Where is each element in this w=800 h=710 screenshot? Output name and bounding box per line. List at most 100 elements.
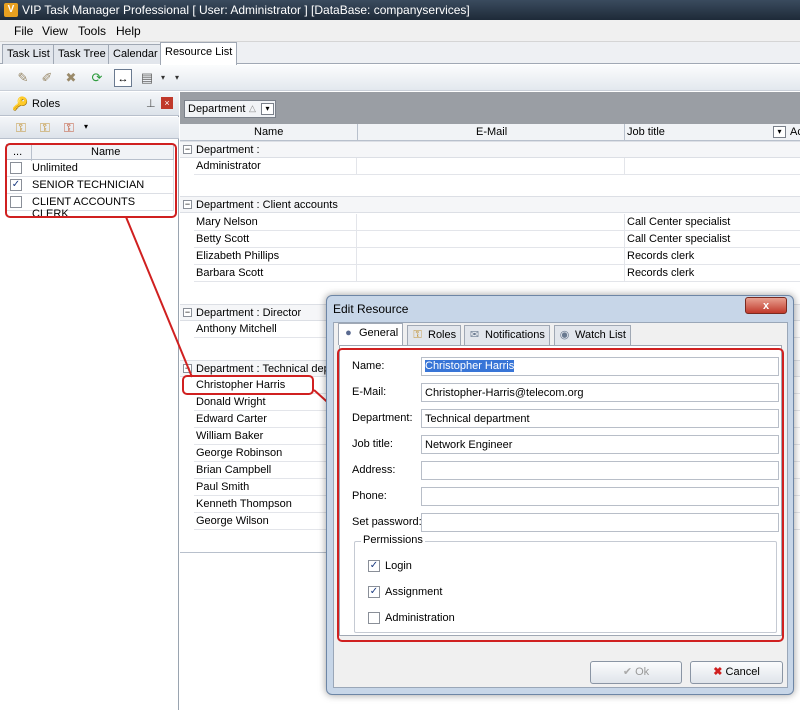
grid-footer-line <box>180 552 326 553</box>
chevron-down-icon[interactable]: ▾ <box>773 126 786 138</box>
cell-divider <box>356 214 357 231</box>
chevron-down-icon[interactable]: ▾ <box>84 122 88 131</box>
col-divider <box>624 124 625 141</box>
tab-label: General <box>359 327 399 339</box>
table-row[interactable]: Barbara Scott Records clerk <box>194 265 800 282</box>
window-title: VIP Task Manager Professional [ User: Ad… <box>22 3 470 17</box>
edit-resource-dialog: Edit Resource x ● General ⚿ Roles ✉ Noti… <box>326 295 794 695</box>
group-by-department-chip[interactable]: Department △ ▾ <box>184 100 276 118</box>
tab-task-list[interactable]: Task List <box>2 44 55 64</box>
resource-name: Betty Scott <box>196 233 250 245</box>
edit-resource-icon[interactable]: ✐ <box>38 69 56 87</box>
watch-icon: ◉ <box>559 329 570 341</box>
resource-name: Mary Nelson <box>196 216 258 228</box>
table-row[interactable]: Administrator <box>194 158 800 175</box>
collapse-icon[interactable]: − <box>183 200 192 209</box>
resource-name: Administrator <box>196 160 261 172</box>
collapse-icon[interactable]: − <box>183 364 192 373</box>
check-icon: ✔ <box>622 666 633 678</box>
delete-resource-icon[interactable]: ✖ <box>62 69 80 87</box>
roles-icon: 🔑 <box>12 96 29 111</box>
tab-label: Notifications <box>485 329 545 341</box>
menu-view[interactable]: View <box>42 24 68 38</box>
table-row[interactable]: Betty Scott Call Center specialist <box>194 231 800 248</box>
resource-name: Edward Carter <box>196 413 267 425</box>
table-row[interactable]: Mary Nelson Call Center specialist <box>194 214 800 231</box>
main-toolbar: ✎ ✐ ✖ ⟳ ↔ ▤ ▾ ▾ <box>0 65 800 91</box>
sort-asc-icon: △ <box>249 103 256 113</box>
tab-roles[interactable]: ⚿ Roles <box>407 325 462 345</box>
grid-header: Name E-Mail Job title ▾ Ac <box>180 124 800 141</box>
roles-title: Roles <box>32 98 61 110</box>
menu-help[interactable]: Help <box>116 24 141 38</box>
general-icon: ● <box>345 327 352 339</box>
col-ac-header[interactable]: Ac <box>790 126 800 138</box>
tab-label: Roles <box>428 329 457 341</box>
toolbar-overflow-icon[interactable]: ▾ <box>168 69 186 87</box>
resource-name: Elizabeth Phillips <box>196 250 280 262</box>
collapse-icon[interactable]: − <box>183 308 192 317</box>
col-email-header[interactable]: E-Mail <box>476 126 507 138</box>
close-icon[interactable]: x <box>745 297 787 314</box>
cancel-button[interactable]: ✖ Cancel <box>690 661 783 684</box>
resource-name: Paul Smith <box>196 481 250 493</box>
add-role-icon[interactable]: ⚿ <box>16 120 26 136</box>
table-row[interactable]: Elizabeth Phillips Records clerk <box>194 248 800 265</box>
cell-divider <box>356 231 357 248</box>
key-icon: ⚿ <box>413 329 422 341</box>
col-name-header[interactable]: Name <box>254 126 283 138</box>
app-logo-icon: V <box>4 3 18 17</box>
tab-notifications[interactable]: ✉ Notifications <box>464 325 550 345</box>
close-panel-icon[interactable]: × <box>161 97 173 109</box>
col-jobtitle-header[interactable]: Job title <box>627 126 665 138</box>
cell-divider <box>624 214 625 231</box>
resource-job: Call Center specialist <box>627 216 731 228</box>
group-by-bar: Department △ ▾ <box>180 92 800 124</box>
resource-name: Anthony Mitchell <box>196 323 277 335</box>
group-label: Department : Director <box>196 307 302 319</box>
chevron-down-icon[interactable]: ▾ <box>261 103 274 115</box>
dialog-highlight-box <box>337 348 784 642</box>
delete-role-icon[interactable]: ⚿ <box>64 120 74 136</box>
add-resource-icon[interactable]: ✎ <box>14 69 32 87</box>
group-by-label: Department <box>188 103 246 115</box>
resource-name: Barbara Scott <box>196 267 264 279</box>
group-label: Department : Technical depa <box>196 363 336 375</box>
collapse-icon[interactable]: − <box>183 145 192 154</box>
refresh-icon[interactable]: ⟳ <box>88 69 106 87</box>
dialog-body: ● General ⚿ Roles ✉ Notifications ◉ Watc… <box>333 322 788 688</box>
tab-watch-list[interactable]: ◉ Watch List <box>554 325 631 345</box>
edit-role-icon[interactable]: ⚿ <box>40 120 50 136</box>
cell-divider <box>356 158 357 175</box>
roles-toolbar: ⚿ ⚿ ⚿ ▾ <box>0 117 179 139</box>
resource-job: Call Center specialist <box>627 233 731 245</box>
cancel-label: Cancel <box>725 666 760 678</box>
cell-divider <box>356 248 357 265</box>
resource-job: Records clerk <box>627 267 695 279</box>
tab-task-tree[interactable]: Task Tree <box>53 44 111 64</box>
roles-header: 🔑 Roles ⊥ × <box>0 92 179 116</box>
menu-bar: File View Tools Help <box>0 20 800 42</box>
group-label: Department : Client accounts <box>196 199 338 211</box>
resource-job: Records clerk <box>627 250 695 262</box>
resource-name: Kenneth Thompson <box>196 498 292 510</box>
cell-divider <box>624 248 625 265</box>
pin-icon[interactable]: ⊥ <box>146 97 156 110</box>
tab-resource-list[interactable]: Resource List <box>160 42 238 65</box>
ok-button[interactable]: ✔ Ok <box>590 661 682 684</box>
fit-width-icon[interactable]: ↔ <box>114 69 132 87</box>
menu-tools[interactable]: Tools <box>78 24 106 38</box>
title-bar: VIP Task Manager Professional [ User: Ad… <box>0 0 800 20</box>
view-tabs: Task List Task Tree Calendar Resource Li… <box>0 42 800 65</box>
group-row[interactable]: − Department : <box>180 141 800 158</box>
cell-divider <box>624 231 625 248</box>
tab-general[interactable]: ● General <box>338 323 404 345</box>
resource-name: Brian Campbell <box>196 464 272 476</box>
menu-file[interactable]: File <box>14 24 33 38</box>
cell-divider <box>356 265 357 282</box>
tab-calendar[interactable]: Calendar <box>108 44 163 64</box>
cancel-icon: ✖ <box>713 666 723 678</box>
col-divider <box>357 124 358 141</box>
ok-label: Ok <box>635 666 650 678</box>
group-row[interactable]: − Department : Client accounts <box>180 196 800 213</box>
